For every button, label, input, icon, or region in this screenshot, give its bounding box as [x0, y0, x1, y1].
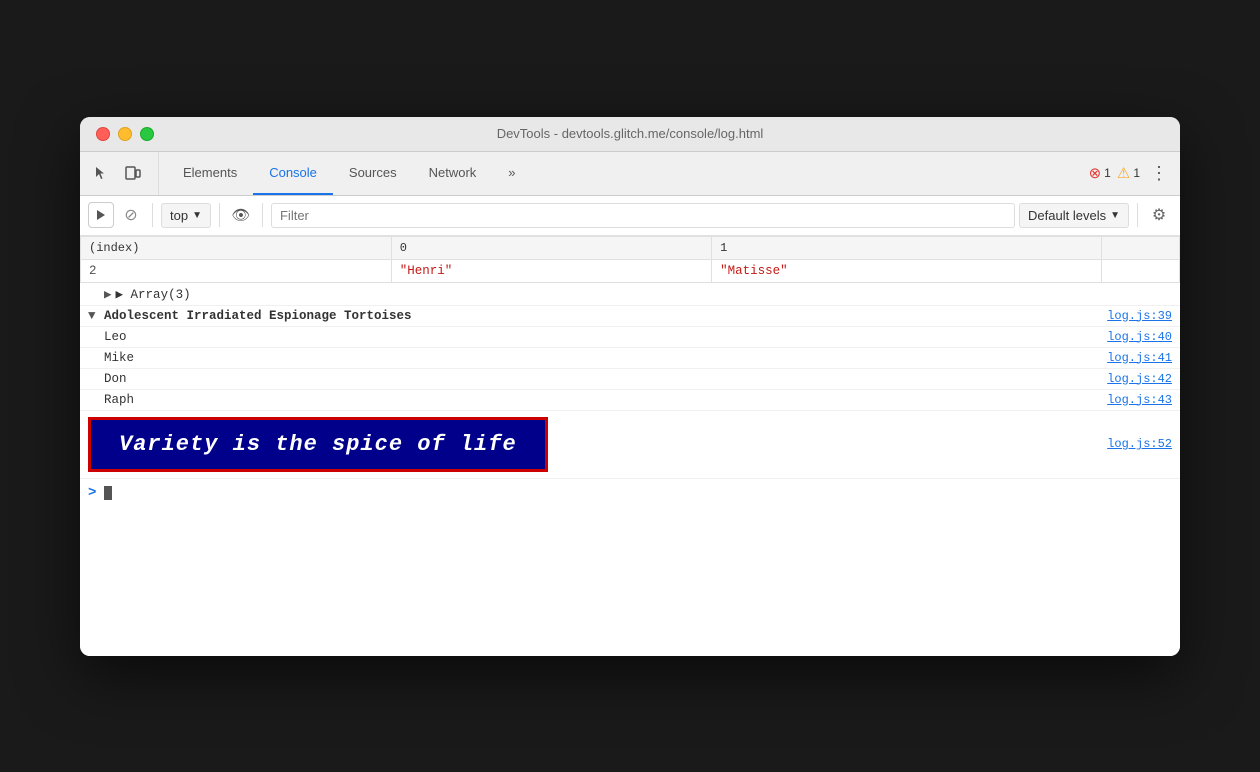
- prompt-arrow: >: [88, 485, 96, 501]
- log-text-raph: Raph: [104, 393, 1091, 407]
- log-link-don[interactable]: log.js:42: [1091, 372, 1172, 386]
- filter-input[interactable]: [271, 203, 1015, 228]
- eye-icon[interactable]: 👁: [228, 202, 254, 228]
- error-badge: ⊗ 1: [1089, 164, 1111, 182]
- log-text-don: Don: [104, 372, 1091, 386]
- log-link-raph[interactable]: log.js:43: [1091, 393, 1172, 407]
- tab-bar: Elements Console Sources Network » ⊗ 1 ⚠: [80, 152, 1180, 196]
- warning-badge: ⚠ 1: [1117, 164, 1140, 182]
- console-input-row[interactable]: >: [80, 479, 1180, 507]
- close-button[interactable]: [96, 127, 110, 141]
- array-row[interactable]: ▶ ▶ Array(3): [80, 283, 1180, 306]
- warning-icon: ⚠: [1117, 164, 1130, 182]
- cell-col0: "Henri": [391, 259, 711, 282]
- log-row-leo: Leo log.js:40: [80, 327, 1180, 348]
- collapse-icon[interactable]: ▼: [88, 309, 104, 323]
- divider-1: [152, 203, 153, 227]
- prompt-cursor: [104, 486, 112, 500]
- chevron-down-icon: ▼: [192, 210, 202, 221]
- log-text-mike: Mike: [104, 351, 1091, 365]
- log-link-adolescent[interactable]: log.js:39: [1091, 309, 1172, 323]
- more-menu-button[interactable]: ⋮: [1146, 160, 1172, 186]
- settings-gear-icon[interactable]: ⚙: [1146, 202, 1172, 228]
- log-row-don: Don log.js:42: [80, 369, 1180, 390]
- title-bar: DevTools - devtools.glitch.me/console/lo…: [80, 117, 1180, 152]
- divider-3: [262, 203, 263, 227]
- log-text-leo: Leo: [104, 330, 1091, 344]
- log-row-mike: Mike log.js:41: [80, 348, 1180, 369]
- traffic-lights: [96, 127, 154, 141]
- tab-sources[interactable]: Sources: [333, 152, 413, 195]
- tab-items: Elements Console Sources Network »: [167, 152, 1089, 195]
- table-data-row: 2 "Henri" "Matisse": [81, 259, 1180, 282]
- tab-more[interactable]: »: [492, 152, 531, 195]
- cursor-icon[interactable]: [88, 160, 114, 186]
- col-1-header: 1: [712, 236, 1102, 259]
- window-title: DevTools - devtools.glitch.me/console/lo…: [497, 126, 764, 141]
- devtools-window: DevTools - devtools.glitch.me/console/lo…: [80, 117, 1180, 656]
- tab-console[interactable]: Console: [253, 152, 333, 195]
- variety-text: Variety is the spice of life: [88, 417, 548, 472]
- maximize-button[interactable]: [140, 127, 154, 141]
- array-label: ▶ Array(3): [116, 286, 191, 302]
- cell-index: 2: [81, 259, 392, 282]
- col-index-header: (index): [81, 236, 392, 259]
- block-icon[interactable]: ⊘: [118, 202, 144, 228]
- tab-elements[interactable]: Elements: [167, 152, 253, 195]
- device-icon[interactable]: [120, 160, 146, 186]
- variety-row: Variety is the spice of life log.js:52: [80, 411, 1180, 479]
- log-link-leo[interactable]: log.js:40: [1091, 330, 1172, 344]
- array-expand-icon[interactable]: ▶: [104, 286, 112, 302]
- col-empty-header: [1101, 236, 1179, 259]
- tab-right-area: ⊗ 1 ⚠ 1 ⋮: [1089, 152, 1172, 195]
- log-link-mike[interactable]: log.js:41: [1091, 351, 1172, 365]
- col-0-header: 0: [391, 236, 711, 259]
- context-selector[interactable]: top ▼: [161, 203, 211, 228]
- minimize-button[interactable]: [118, 127, 132, 141]
- levels-selector[interactable]: Default levels ▼: [1019, 203, 1129, 228]
- console-toolbar: ⊘ top ▼ 👁 Default levels ▼ ⚙: [80, 196, 1180, 236]
- variety-link[interactable]: log.js:52: [1091, 437, 1172, 451]
- chevron-down-icon: ▼: [1110, 210, 1120, 221]
- divider-4: [1137, 203, 1138, 227]
- tab-bar-icons: [88, 152, 159, 195]
- toolbar-left: ⊘: [88, 202, 144, 228]
- cell-empty: [1101, 259, 1179, 282]
- log-text-adolescent: Adolescent Irradiated Espionage Tortoise…: [104, 309, 1091, 323]
- cell-col1: "Matisse": [712, 259, 1102, 282]
- log-row-adolescent: ▼ Adolescent Irradiated Espionage Tortoi…: [80, 306, 1180, 327]
- console-output: (index) 0 1 2 "Henri" "Matisse" ▶ ▶ Arra…: [80, 236, 1180, 656]
- table-header-row: (index) 0 1: [81, 236, 1180, 259]
- run-script-icon[interactable]: [88, 202, 114, 228]
- log-row-raph: Raph log.js:43: [80, 390, 1180, 411]
- tab-network[interactable]: Network: [413, 152, 493, 195]
- error-icon: ⊗: [1089, 164, 1102, 182]
- console-table: (index) 0 1 2 "Henri" "Matisse": [80, 236, 1180, 283]
- divider-2: [219, 203, 220, 227]
